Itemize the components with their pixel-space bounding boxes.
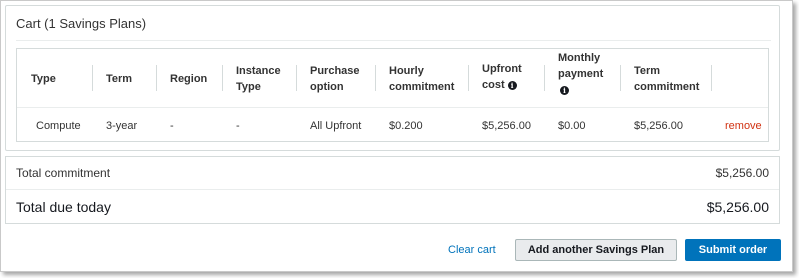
cell-term-commitment: $5,256.00 <box>634 120 683 132</box>
table-row: Compute 3-year - - All Upfront $0.200 $5… <box>17 109 768 143</box>
total-due-row: Total due today $5,256.00 <box>6 190 779 224</box>
column-label: Monthly <box>558 51 601 64</box>
column-header-type: Type <box>17 49 92 108</box>
total-due-label: Total due today <box>16 199 111 215</box>
column-header-purchase-option: Purchase option <box>296 49 375 108</box>
divider <box>16 40 771 41</box>
cell-region: - <box>170 120 174 132</box>
cell-term: 3-year <box>106 120 138 132</box>
column-header-instance-type: Instance Type <box>222 49 296 108</box>
column-label: commitment <box>389 80 455 93</box>
column-label: Term <box>106 72 133 85</box>
column-header-hourly-commitment: Hourly commitment <box>375 49 468 108</box>
add-savings-plan-button[interactable]: Add another Savings Plan <box>515 239 677 261</box>
total-due-value: $5,256.00 <box>706 199 769 215</box>
column-label: Upfront <box>482 62 522 75</box>
column-label: Instance <box>236 64 281 77</box>
cell-monthly-payment: $0.00 <box>558 120 586 132</box>
total-commitment-row: Total commitment $5,256.00 <box>6 157 779 190</box>
column-label: Type <box>31 72 56 85</box>
column-header-upfront-cost: Upfront cost i <box>468 49 544 108</box>
table-header: Type Term Region Instance Type Purchase op… <box>17 49 768 108</box>
cell-hourly-commitment: $0.200 <box>389 120 423 132</box>
column-label: Region <box>170 72 208 85</box>
total-commitment-label: Total commitment <box>16 166 111 180</box>
column-label: Purchase <box>310 64 360 77</box>
clear-cart-link[interactable]: Clear cart <box>448 239 496 261</box>
column-label: Type <box>236 80 261 93</box>
action-bar: Clear cart Add another Savings Plan Subm… <box>5 239 781 261</box>
cell-purchase-option: All Upfront <box>310 120 362 132</box>
column-header-term: Term <box>92 49 156 108</box>
remove-link[interactable]: remove <box>711 109 762 143</box>
cart-window: Cart (1 Savings Plans) Type Term Region … <box>0 0 793 272</box>
cart-table: Type Term Region Instance Type Purchase op… <box>16 48 769 142</box>
cell-type: Compute <box>36 120 81 132</box>
column-label: commitment <box>634 80 700 93</box>
column-header-term-commitment: Term commitment <box>620 49 711 108</box>
cell-upfront-cost: $5,256.00 <box>482 120 531 132</box>
column-label: Term <box>634 64 661 77</box>
info-icon[interactable]: i <box>507 80 517 90</box>
column-label: payment <box>558 67 604 80</box>
total-commitment-value: $5,256.00 <box>715 166 769 180</box>
info-icon[interactable]: i <box>560 85 569 95</box>
column-label: Hourly <box>389 64 424 77</box>
submit-order-button[interactable]: Submit order <box>685 239 781 261</box>
totals-panel: Total commitment $5,256.00 Total due tod… <box>5 156 780 224</box>
cart-title: Cart (1 Savings Plans) <box>16 16 147 31</box>
cart-panel: Cart (1 Savings Plans) Type Term Region … <box>5 5 780 151</box>
column-header-actions <box>711 49 770 108</box>
cell-instance-type: - <box>236 120 240 132</box>
column-header-monthly-payment: Monthly payment i <box>544 49 620 108</box>
column-label: cost <box>482 78 505 91</box>
column-label: option <box>310 80 344 93</box>
column-header-region: Region <box>156 49 222 108</box>
